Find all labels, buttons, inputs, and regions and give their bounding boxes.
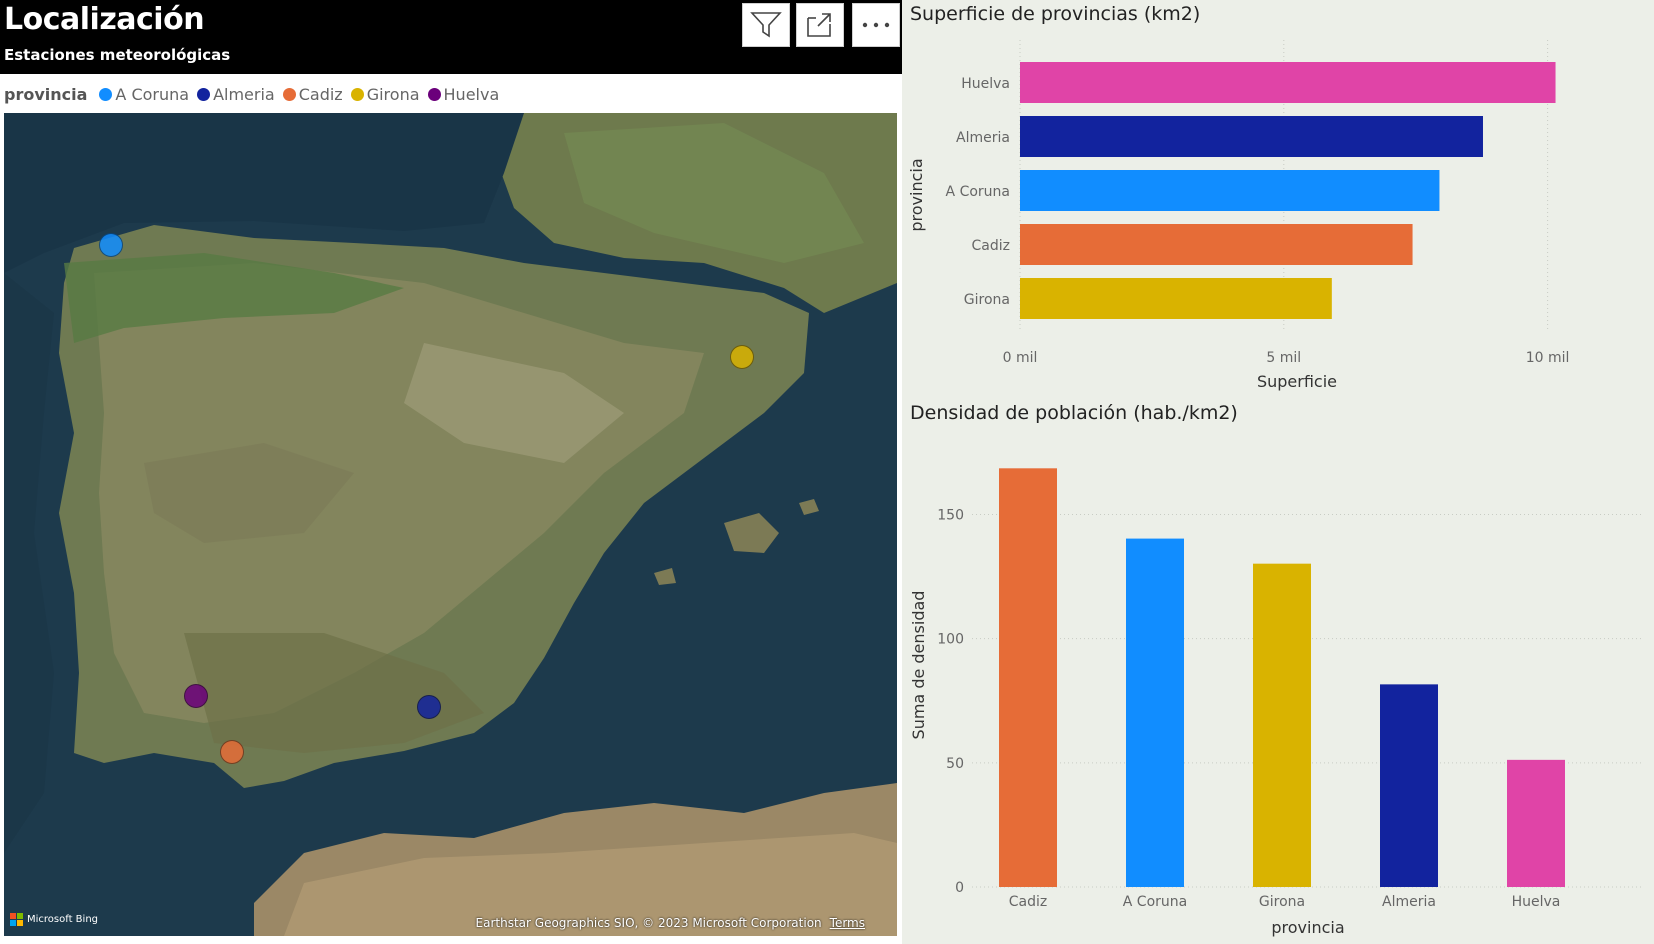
legend-label: A Coruna xyxy=(115,84,190,104)
legend-title: provincia xyxy=(4,84,88,104)
y-tick-label: 50 xyxy=(946,756,964,772)
map-marker-a-coruna[interactable] xyxy=(99,233,123,257)
y-tick-label: Almeria xyxy=(956,130,1010,146)
bar-chart-title: Superficie de provincias (km2) xyxy=(910,3,1201,25)
column-girona xyxy=(1253,563,1311,887)
terms-link[interactable]: Terms xyxy=(830,916,865,930)
x-tick-label: Girona xyxy=(1259,894,1305,910)
map-marker-girona[interactable] xyxy=(730,345,754,369)
legend-label: Cadiz xyxy=(298,84,343,104)
map-marker-huelva[interactable] xyxy=(184,684,208,708)
map-marker-almeria[interactable] xyxy=(417,695,441,719)
superficie-bar-chart[interactable]: 0 mil 5 mil 10 mil Huelva Almeria A Coruna Cad… xyxy=(902,30,1654,400)
legend-label: Girona xyxy=(366,84,420,104)
legend-item-cadiz[interactable]: Cadiz xyxy=(282,84,343,104)
legend-dot xyxy=(99,87,113,101)
map-subtitle: Estaciones meteorológicas xyxy=(4,46,231,64)
x-tick-label: A Coruna xyxy=(1123,894,1187,910)
satellite-map[interactable]: Microsoft Bing Earthstar Geographics SIO… xyxy=(4,113,897,936)
legend-dot xyxy=(197,87,211,101)
column-cadiz xyxy=(999,468,1057,887)
column-chart-title: Densidad de población (hab./km2) xyxy=(910,402,1238,424)
y-tick-label: Cadiz xyxy=(972,238,1010,254)
filter-icon xyxy=(750,12,782,38)
legend-dot xyxy=(427,87,441,101)
filter-button[interactable] xyxy=(742,3,790,47)
column-almeria xyxy=(1380,684,1438,887)
focus-mode-icon xyxy=(807,13,831,37)
bing-logo: Microsoft Bing xyxy=(10,913,98,926)
map-title: Localización xyxy=(4,2,205,37)
map-legend: provincia A Coruna Almeria Cadiz Girona … xyxy=(4,82,507,106)
densidad-column-chart[interactable]: 0 50 100 150 Cadiz A Coruna Girona Almeria Huelv… xyxy=(902,430,1654,944)
map-visual-header: Localización Estaciones meteorológicas xyxy=(0,0,902,74)
attribution-text: Earthstar Geographics SIO, © 2023 Micros… xyxy=(475,916,822,930)
y-tick-label: 0 xyxy=(955,880,964,896)
focus-mode-button[interactable] xyxy=(796,3,844,47)
bing-logo-text: Microsoft Bing xyxy=(27,914,99,925)
x-tick-label: Cadiz xyxy=(1009,894,1047,910)
charts-panel: Superficie de provincias (km2) 0 mil 5 mi… xyxy=(902,0,1654,944)
legend-label: Almeria xyxy=(213,84,275,104)
x-axis-title: Superficie xyxy=(1257,372,1337,391)
x-tick-label: Almeria xyxy=(1382,894,1436,910)
y-tick-label: 100 xyxy=(937,632,964,648)
map-visual: Localización Estaciones meteorológicas p… xyxy=(0,0,902,944)
bar-girona xyxy=(1020,278,1332,319)
x-tick-label: 5 mil xyxy=(1266,350,1301,366)
more-options-button[interactable] xyxy=(852,3,900,47)
legend-item-huelva[interactable]: Huelva xyxy=(427,84,500,104)
map-marker-cadiz[interactable] xyxy=(220,740,244,764)
more-options-icon xyxy=(862,22,890,28)
y-axis-title: Suma de densidad xyxy=(909,591,928,740)
bar-a-coruna xyxy=(1020,170,1440,211)
y-axis-title: provincia xyxy=(907,158,926,231)
legend-dot xyxy=(350,87,364,101)
map-attribution: Earthstar Geographics SIO, © 2023 Micros… xyxy=(476,916,865,930)
bar-almeria xyxy=(1020,116,1483,157)
legend-item-a-coruna[interactable]: A Coruna xyxy=(99,85,189,104)
column-a-coruna xyxy=(1126,538,1184,887)
legend-dot xyxy=(282,87,296,101)
y-tick-label: A Coruna xyxy=(946,184,1010,200)
y-tick-label: 150 xyxy=(937,508,964,524)
bar-huelva xyxy=(1020,62,1556,103)
x-tick-label: 0 mil xyxy=(1003,350,1038,366)
legend-item-almeria[interactable]: Almeria xyxy=(197,85,275,104)
bar-cadiz xyxy=(1020,224,1413,265)
x-tick-label: 10 mil xyxy=(1526,350,1570,366)
y-tick-label: Girona xyxy=(964,292,1010,308)
x-tick-label: Huelva xyxy=(1512,894,1561,910)
legend-item-girona[interactable]: Girona xyxy=(350,84,420,104)
map-background xyxy=(4,113,897,936)
legend-label: Huelva xyxy=(443,84,500,104)
y-tick-label: Huelva xyxy=(961,76,1010,92)
x-axis-title: provincia xyxy=(1271,918,1344,937)
microsoft-logo-icon xyxy=(10,913,23,926)
column-huelva xyxy=(1507,759,1565,887)
